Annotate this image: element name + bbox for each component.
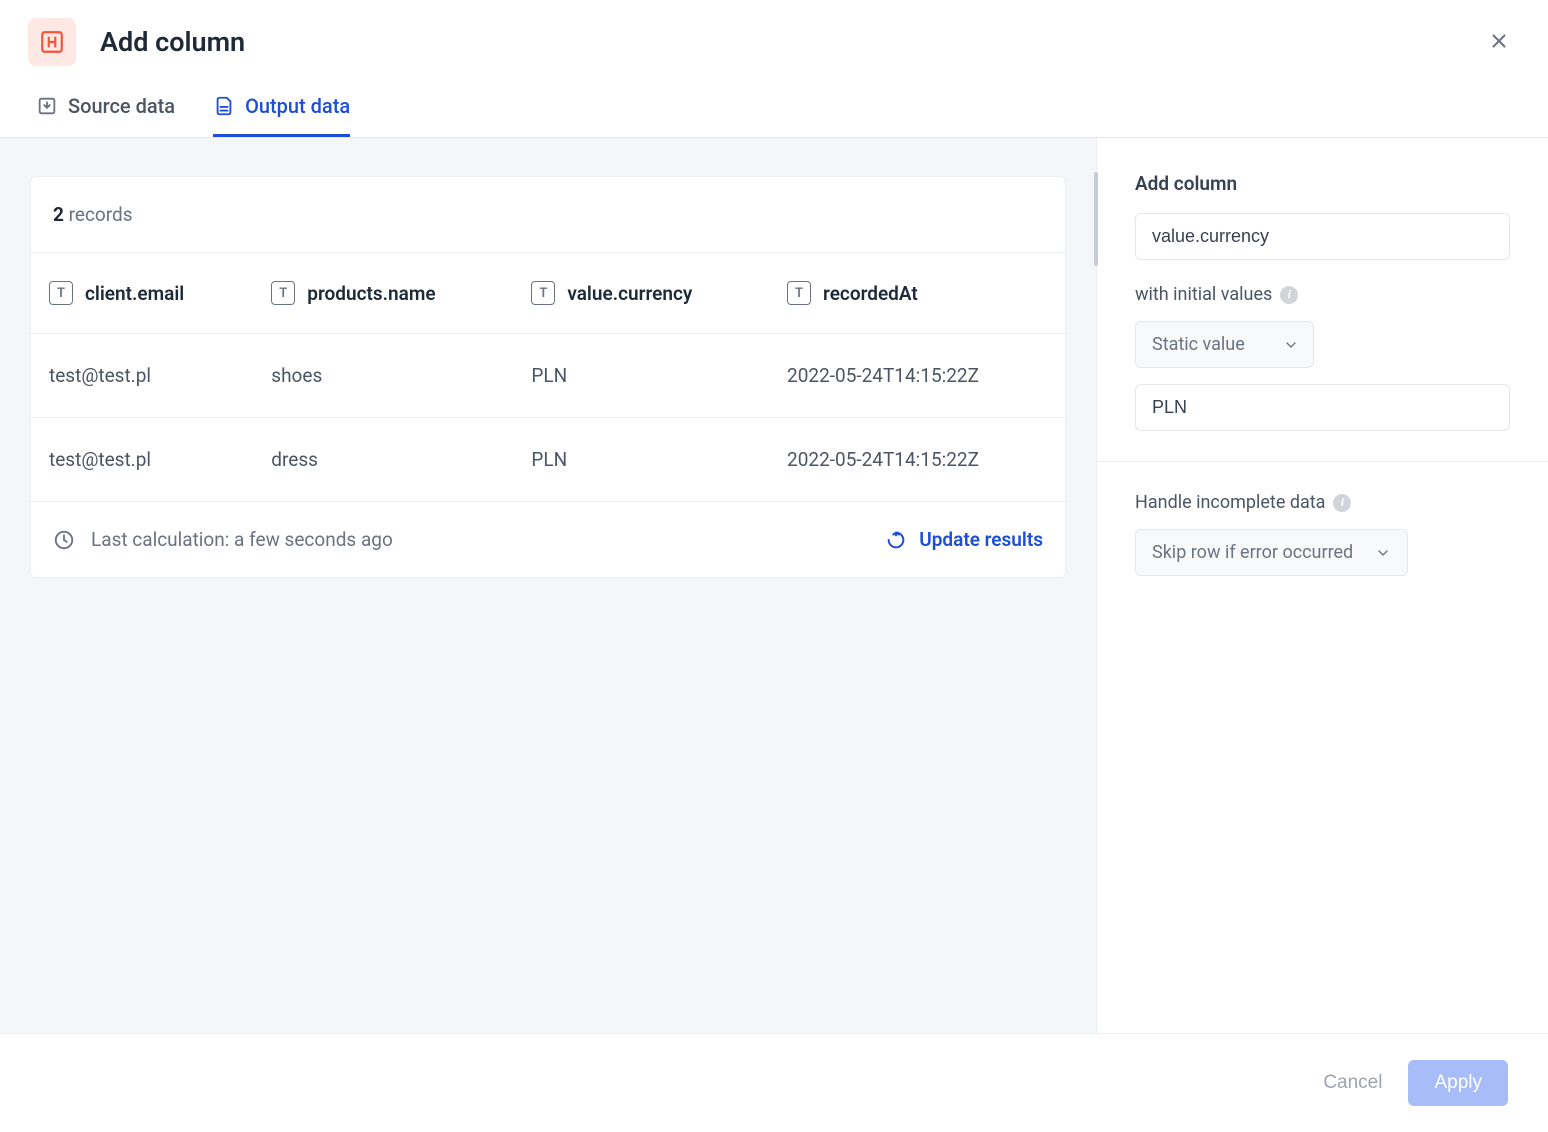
cell: test@test.pl xyxy=(31,334,253,418)
logo-icon xyxy=(39,29,65,55)
chevron-down-icon xyxy=(1375,545,1391,561)
records-count: 2 records xyxy=(31,177,1065,253)
column-header: client.email xyxy=(85,282,184,305)
tabs: Source data Output data xyxy=(0,76,1548,138)
app-logo xyxy=(28,18,76,66)
refresh-icon xyxy=(885,529,907,551)
type-text-icon: T xyxy=(271,281,295,305)
cell: dress xyxy=(253,418,513,502)
preview-card: 2 records Tclient.email Tproducts.name T… xyxy=(30,176,1066,578)
static-value-input[interactable] xyxy=(1135,384,1510,431)
type-text-icon: T xyxy=(49,281,73,305)
close-icon xyxy=(1488,30,1510,52)
initial-values-label: with initial values i xyxy=(1135,284,1510,305)
dialog-header: Add column xyxy=(0,0,1548,76)
dialog-footer: Cancel Apply xyxy=(0,1033,1548,1132)
chevron-down-icon xyxy=(1283,337,1299,353)
cell: 2022-05-24T14:15:22Z xyxy=(769,418,1065,502)
data-table: Tclient.email Tproducts.name Tvalue.curr… xyxy=(31,253,1065,502)
column-header: value.currency xyxy=(567,282,692,305)
tab-output-data[interactable]: Output data xyxy=(213,84,350,137)
cell: PLN xyxy=(513,418,769,502)
last-calculation: Last calculation: a few seconds ago xyxy=(91,528,393,551)
file-icon xyxy=(213,95,235,117)
dialog-title: Add column xyxy=(100,26,245,58)
column-header: recordedAt xyxy=(823,282,918,305)
info-icon[interactable]: i xyxy=(1333,494,1351,512)
error-handling-label: Handle incomplete data i xyxy=(1135,492,1510,513)
cell: PLN xyxy=(513,334,769,418)
tab-source-data[interactable]: Source data xyxy=(36,84,175,137)
info-icon[interactable]: i xyxy=(1280,286,1298,304)
table-row: test@test.pl dress PLN 2022-05-24T14:15:… xyxy=(31,418,1065,502)
error-handling-select[interactable]: Skip row if error occurred xyxy=(1135,529,1408,576)
tab-label: Source data xyxy=(68,94,175,118)
import-icon xyxy=(36,95,58,117)
clock-icon xyxy=(53,529,75,551)
cancel-button[interactable]: Cancel xyxy=(1323,1072,1382,1094)
close-button[interactable] xyxy=(1480,22,1518,63)
card-footer: Last calculation: a few seconds ago Upda… xyxy=(31,502,1065,577)
cell: 2022-05-24T14:15:22Z xyxy=(769,334,1065,418)
table-row: test@test.pl shoes PLN 2022-05-24T14:15:… xyxy=(31,334,1065,418)
column-name-input[interactable] xyxy=(1135,213,1510,260)
value-type-select[interactable]: Static value xyxy=(1135,321,1314,368)
dialog-body: 2 records Tclient.email Tproducts.name T… xyxy=(0,138,1548,1120)
divider xyxy=(1097,461,1548,462)
apply-button[interactable]: Apply xyxy=(1408,1060,1508,1106)
update-results-button[interactable]: Update results xyxy=(885,528,1043,551)
cell: test@test.pl xyxy=(31,418,253,502)
type-text-icon: T xyxy=(531,281,555,305)
tab-label: Output data xyxy=(245,94,350,118)
cell: shoes xyxy=(253,334,513,418)
panel-title: Add column xyxy=(1135,172,1510,195)
preview-pane: 2 records Tclient.email Tproducts.name T… xyxy=(0,138,1096,1120)
column-header: products.name xyxy=(307,282,435,305)
type-text-icon: T xyxy=(787,281,811,305)
config-panel: Add column with initial values i Static … xyxy=(1096,138,1548,1120)
